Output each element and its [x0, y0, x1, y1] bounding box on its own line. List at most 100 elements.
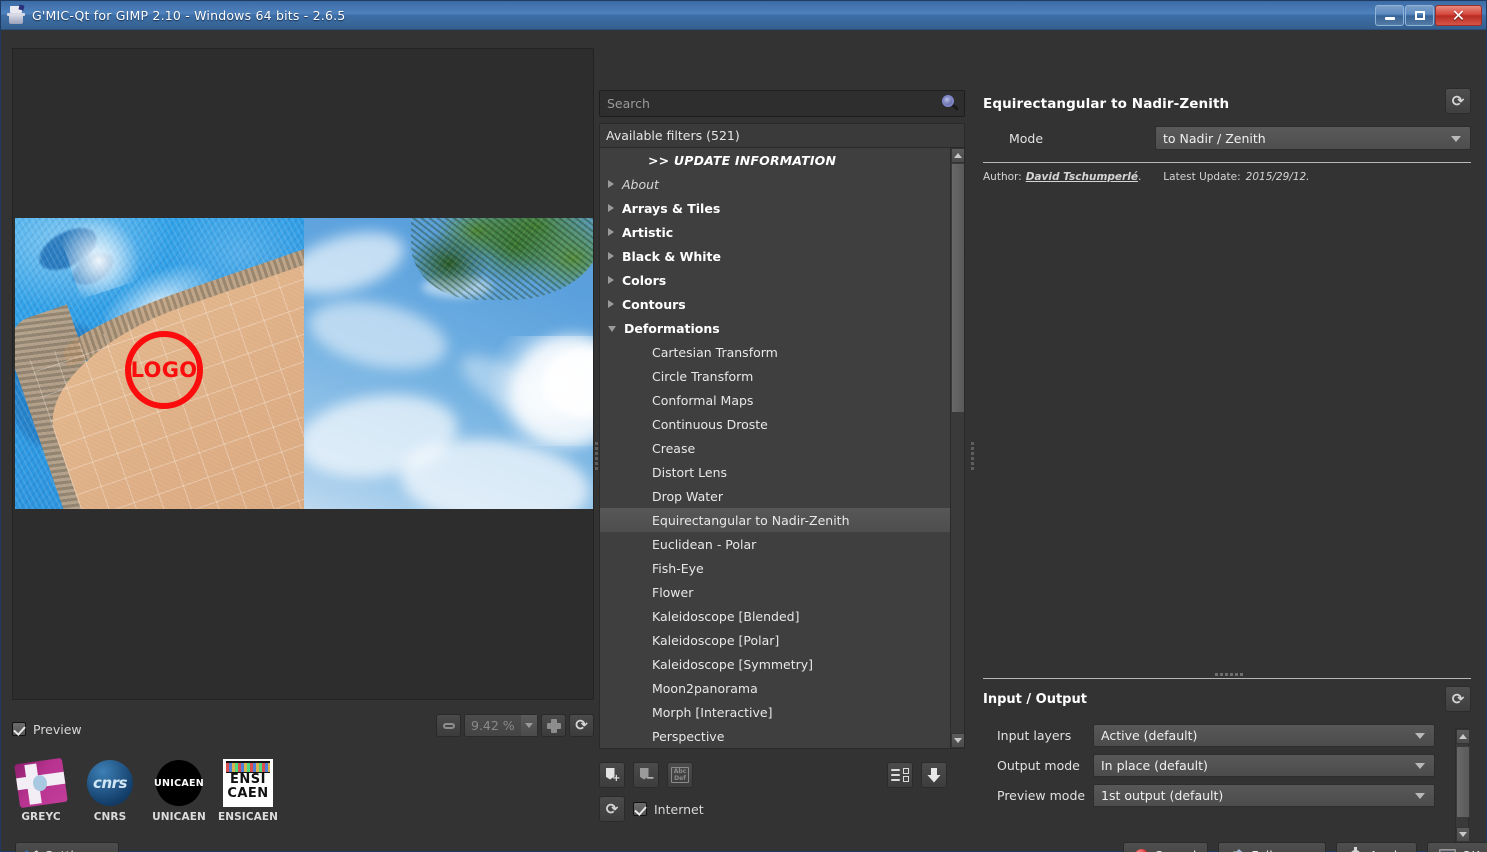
filter-category[interactable]: Colors: [600, 268, 952, 292]
maximize-button[interactable]: [1405, 5, 1434, 26]
preview-image[interactable]: LOGO: [15, 218, 593, 509]
filter-category[interactable]: Contours: [600, 292, 952, 316]
author-link[interactable]: David Tschumperlé: [1026, 171, 1138, 183]
fullscreen-button-label: Fullscreen: [1251, 848, 1314, 852]
settings-button[interactable]: Settings...: [15, 842, 120, 852]
author-info: Author: David Tschumperlé . Latest Updat…: [983, 171, 1471, 183]
reset-io-icon[interactable]: ⟳: [1445, 686, 1471, 712]
filter-item[interactable]: Drop Water: [600, 484, 952, 508]
internet-checkbox[interactable]: Internet: [633, 802, 704, 817]
filter-item[interactable]: Kaleidoscope [Polar]: [600, 628, 952, 652]
zoom-out-icon[interactable]: [436, 714, 461, 737]
input-layers-label: Input layers: [997, 728, 1072, 743]
image-icon: [1438, 848, 1456, 852]
filter-label: Moon2panorama: [652, 680, 758, 696]
chevron-right-icon[interactable]: [608, 252, 614, 260]
filter-item[interactable]: Moon2panorama: [600, 676, 952, 700]
gmic-qt-window: G'MIC-Qt for GIMP 2.10 - Windows 64 bits…: [0, 0, 1487, 852]
scroll-thumb[interactable]: [951, 163, 964, 413]
minimize-button[interactable]: [1375, 5, 1404, 26]
filter-item[interactable]: Kaleidoscope [Symmetry]: [600, 652, 952, 676]
download-icon[interactable]: [921, 762, 947, 788]
filter-label: Equirectangular to Nadir-Zenith: [652, 512, 850, 528]
chevron-right-icon[interactable]: [608, 276, 614, 284]
ok-button[interactable]: OK: [1426, 842, 1487, 852]
chevron-right-icon[interactable]: [608, 300, 614, 308]
filter-item[interactable]: Circle Transform: [600, 364, 952, 388]
author-divider: [983, 162, 1471, 163]
io-splitter-grip[interactable]: [1215, 673, 1243, 676]
refresh-icon[interactable]: ⟳: [599, 796, 625, 822]
filter-item[interactable]: Continuous Droste: [600, 412, 952, 436]
filters-scrollbar[interactable]: [950, 148, 964, 748]
remove-favorite-icon[interactable]: −: [633, 762, 659, 788]
filter-label: About: [622, 176, 659, 192]
logo-cnrs[interactable]: cnrs CNRS: [82, 758, 138, 823]
page-title: Equirectangular to Nadir-Zenith: [983, 96, 1230, 112]
chevron-right-icon[interactable]: [608, 204, 614, 212]
filter-item[interactable]: Fish-Eye: [600, 556, 952, 580]
chevron-right-icon[interactable]: [608, 180, 614, 188]
close-button[interactable]: ✕: [1435, 5, 1482, 26]
logo-unicaen[interactable]: UNICAEN UNICAEN: [151, 758, 207, 823]
chevron-right-icon[interactable]: [608, 228, 614, 236]
io-scroll-thumb[interactable]: [1456, 746, 1470, 818]
filter-category[interactable]: About: [600, 172, 952, 196]
filter-category[interactable]: Arrays & Tiles: [600, 196, 952, 220]
filters-tree[interactable]: >> UPDATE INFORMATION About Arrays & Tiles…: [600, 148, 952, 748]
available-filters-label: Available filters (521): [606, 128, 740, 143]
io-scroll-down-button[interactable]: [1456, 827, 1470, 842]
search-box[interactable]: [599, 90, 965, 117]
chevron-down-icon[interactable]: [608, 326, 616, 332]
filter-item[interactable]: Morph [Interactive]: [600, 700, 952, 724]
filters-tree-wrap[interactable]: >> UPDATE INFORMATION About Arrays & Tiles…: [599, 147, 965, 749]
preview-mode-select[interactable]: 1st output (default): [1093, 784, 1435, 807]
preview-checkbox-box[interactable]: [12, 722, 26, 736]
filter-category[interactable]: Artistic: [600, 220, 952, 244]
title-bar[interactable]: G'MIC-Qt for GIMP 2.10 - Windows 64 bits…: [1, 1, 1486, 30]
reset-zoom-icon[interactable]: ⟳: [569, 714, 594, 737]
fullscreen-button[interactable]: Fullscreen: [1218, 842, 1327, 852]
io-title: Input / Output: [983, 691, 1087, 707]
logo-ensicaen[interactable]: ENSI CAEN ENSICAEN: [217, 758, 279, 823]
filter-item[interactable]: Crease: [600, 436, 952, 460]
filter-item[interactable]: Distort Lens: [600, 460, 952, 484]
parameters-column: Equirectangular to Nadir-Zenith ⟳ Mode t…: [983, 88, 1471, 843]
io-scrollbar[interactable]: [1455, 728, 1470, 843]
splitter-list-params[interactable]: [969, 442, 976, 470]
cancel-button[interactable]: Cancel: [1123, 842, 1209, 852]
filter-item[interactable]: Kaleidoscope [Blended]: [600, 604, 952, 628]
preview-checkbox[interactable]: Preview: [12, 722, 82, 737]
internet-checkbox-box[interactable]: [633, 802, 647, 816]
zoom-spinner[interactable]: [521, 715, 537, 736]
filter-item[interactable]: Euclidean - Polar: [600, 532, 952, 556]
reset-parameters-icon[interactable]: ⟳: [1445, 88, 1471, 114]
add-favorite-icon[interactable]: +: [599, 762, 625, 788]
apply-button[interactable]: Apply: [1336, 842, 1417, 852]
zoom-in-icon[interactable]: [541, 714, 566, 737]
filter-item[interactable]: Conformal Maps: [600, 388, 952, 412]
ensicaen-icon: ENSI CAEN: [223, 759, 273, 807]
filter-category[interactable]: Black & White: [600, 244, 952, 268]
io-scroll-up-button[interactable]: [1456, 729, 1470, 744]
mode-select[interactable]: to Nadir / Zenith: [1155, 126, 1471, 150]
preview-pane[interactable]: LOGO: [12, 48, 594, 700]
filter-item[interactable]: Cartesian Transform: [600, 340, 952, 364]
filter-item[interactable]: Perspective: [600, 724, 952, 748]
list-selection-icon[interactable]: [887, 762, 913, 788]
filter-category[interactable]: Deformations: [600, 316, 952, 340]
logo-greyc[interactable]: GREYC: [13, 757, 69, 823]
input-layers-select[interactable]: Active (default): [1093, 724, 1435, 747]
scroll-up-button[interactable]: [951, 148, 964, 163]
search-input[interactable]: [600, 96, 938, 111]
logo-ensicaen-label: ENSICAEN: [217, 811, 279, 823]
update-value: 2015/29/12.: [1245, 171, 1310, 183]
filter-item[interactable]: Equirectangular to Nadir-Zenith: [600, 508, 952, 532]
scroll-down-button[interactable]: [951, 733, 964, 748]
zoom-level-field[interactable]: 9.42 %: [464, 714, 538, 737]
filter-category[interactable]: >> UPDATE INFORMATION: [600, 148, 952, 172]
filter-item[interactable]: Flower: [600, 580, 952, 604]
output-mode-select[interactable]: In place (default): [1093, 754, 1435, 777]
rename-favorite-icon[interactable]: Abc Def: [667, 762, 693, 788]
search-icon[interactable]: [938, 92, 962, 116]
